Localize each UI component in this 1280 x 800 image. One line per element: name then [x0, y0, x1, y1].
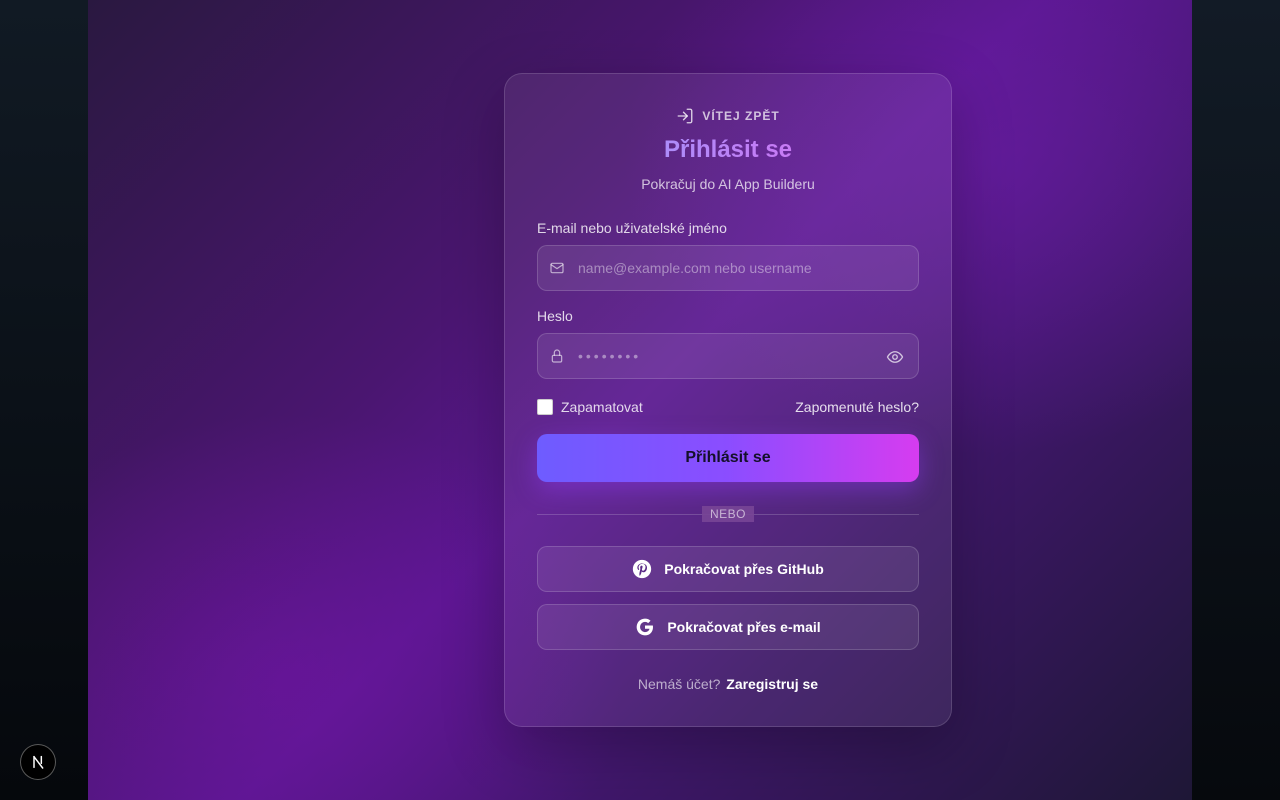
remember-checkbox[interactable]: [537, 399, 553, 415]
register-link[interactable]: Zaregistruj se: [726, 676, 818, 692]
welcome-eyebrow: VÍTEJ ZPĚT: [505, 107, 951, 125]
right-backdrop: [1192, 0, 1280, 800]
forgot-password-link[interactable]: Zapomenuté heslo?: [795, 399, 919, 415]
sign-in-button[interactable]: Přihlásit se: [537, 434, 919, 482]
identifier-label: E-mail nebo uživatelské jméno: [537, 220, 727, 236]
password-field[interactable]: [537, 333, 919, 379]
remember-label: Zapamatovat: [561, 399, 643, 415]
divider-label: NEBO: [701, 506, 754, 522]
page-background: VÍTEJ ZPĚT Přihlásit se Pokračuj do AI A…: [88, 0, 1192, 800]
welcome-text: VÍTEJ ZPĚT: [702, 109, 780, 123]
next-logo-icon: [33, 755, 44, 769]
google-g-icon: [637, 618, 654, 636]
password-label: Heslo: [537, 308, 573, 324]
remember-me[interactable]: Zapamatovat: [537, 399, 643, 415]
signup-prompt: Nemáš účet? Zaregistruj se: [505, 676, 951, 692]
log-in-icon: [677, 108, 693, 124]
page-title: Přihlásit se: [505, 136, 951, 164]
lock-icon: [551, 349, 563, 363]
next-logo-badge[interactable]: [20, 744, 56, 780]
github-login-label: Pokračovat přes GitHub: [664, 561, 824, 577]
page-subtitle: Pokračuj do AI App Builderu: [641, 176, 815, 192]
email-login-label: Pokračovat přes e-mail: [667, 619, 821, 635]
identifier-input[interactable]: [578, 246, 878, 290]
signup-prompt-text: Nemáš účet?: [637, 676, 721, 692]
divider: NEBO: [505, 506, 951, 522]
pinterest-style-icon: [633, 559, 652, 579]
mail-icon: [550, 262, 564, 274]
left-backdrop: [0, 0, 88, 800]
password-input[interactable]: [578, 334, 878, 378]
eye-icon[interactable]: [886, 348, 904, 366]
email-login-button[interactable]: Pokračovat přes e-mail: [537, 604, 919, 650]
identifier-field[interactable]: [537, 245, 919, 291]
github-login-button[interactable]: Pokračovat přes GitHub: [537, 546, 919, 592]
login-card: VÍTEJ ZPĚT Přihlásit se Pokračuj do AI A…: [504, 73, 952, 727]
